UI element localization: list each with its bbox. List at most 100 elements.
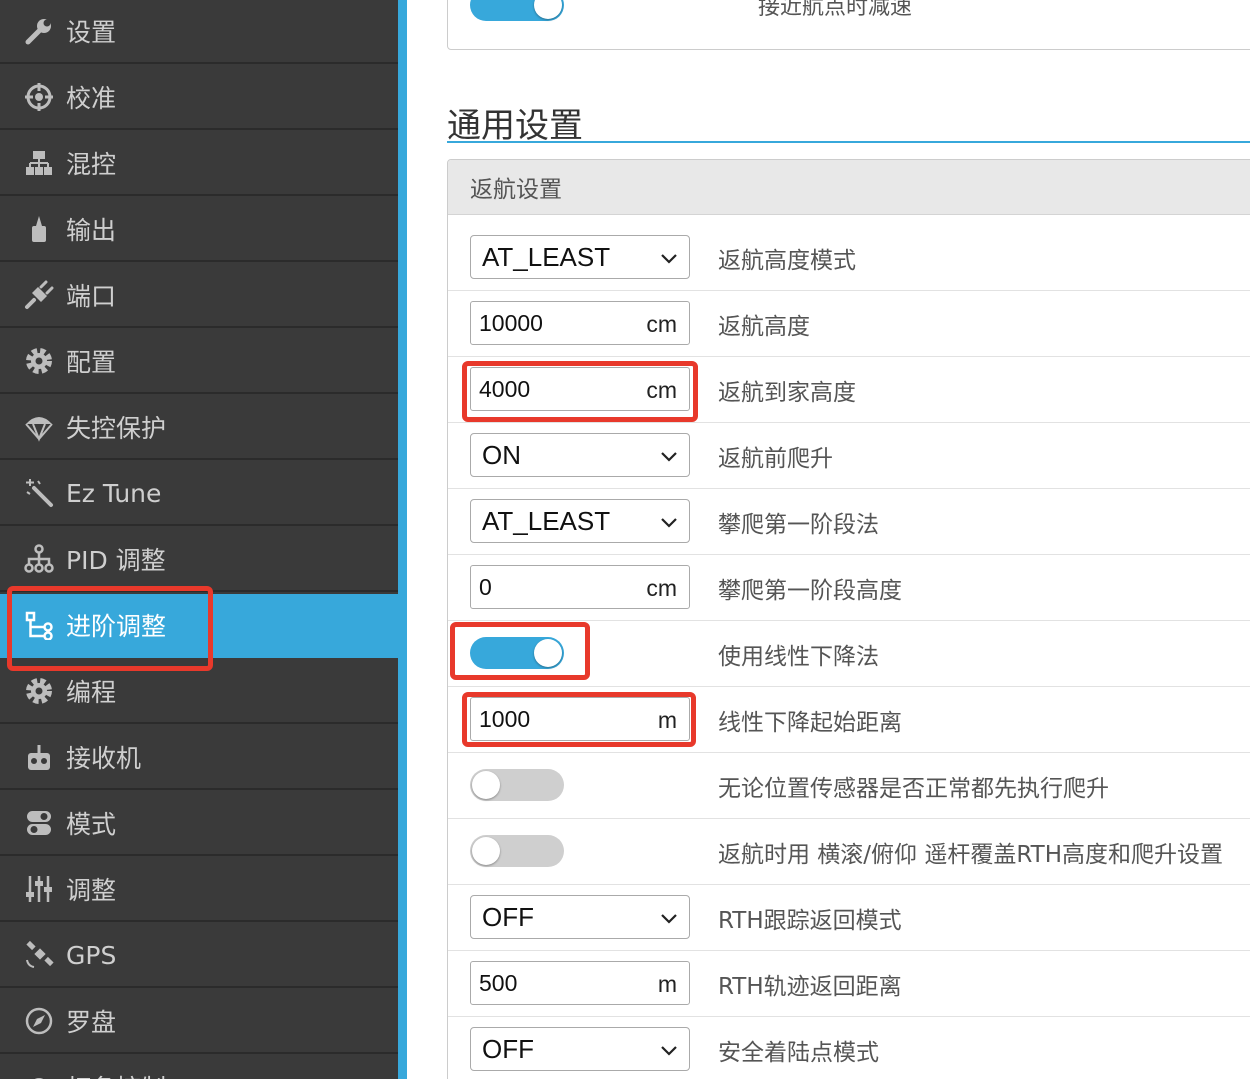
crosshair-icon [24,82,54,112]
setting-row: AT_LEAST 返航高度模式 [448,225,1250,291]
climb-regardless-toggle[interactable] [470,769,564,801]
linear-descent-toggle[interactable] [470,637,564,669]
sidebar-item-pid-tuning[interactable]: PID 调整 [0,528,398,592]
rth-altitude-input[interactable]: 10000 cm [470,301,690,345]
rth-trackback-distance-input[interactable]: 500 m [470,961,690,1005]
gear-icon [24,676,54,706]
sidebar-item-compass[interactable]: 罗盘 [0,990,398,1054]
sidebar-item-mixer[interactable]: 混控 [0,132,398,196]
setting-label: 线性下降起始距离 [718,710,902,736]
unit-label: m [657,970,677,997]
setting-label: RTH轨迹返回距离 [718,974,902,1000]
unit-label: m [657,706,677,733]
sidebar-item-adjustments[interactable]: 调整 [0,858,398,922]
setting-label: 返航到家高度 [718,380,856,406]
climb-first-stage-mode-select[interactable]: AT_LEAST [470,499,690,543]
climb-first-stage-altitude-input[interactable]: 0 cm [470,565,690,609]
sidebar-item-configuration[interactable]: 配置 [0,330,398,394]
select-value: OFF [482,1033,534,1064]
setting-label: 返航高度模式 [718,248,856,274]
input-value: 500 [479,969,518,996]
rth-trackback-mode-select[interactable]: OFF [470,895,690,939]
sliders-icon [24,874,54,904]
sidebar-item-failsafe[interactable]: 失控保护 [0,396,398,460]
setting-row: 使用线性下降法 [448,621,1250,687]
sidebar-item-ez-tune[interactable]: Ez Tune [0,462,398,526]
setting-row: AT_LEAST 攀爬第一阶段法 [448,489,1250,555]
sidebar-item-label: PID 调整 [66,546,166,575]
sidebar-item-modes[interactable]: 模式 [0,792,398,856]
setting-label: 安全着陆点模式 [718,1040,879,1066]
sidebar-item-calibration[interactable]: 校准 [0,66,398,130]
sidebar-item-receiver[interactable]: 接收机 [0,726,398,790]
sidebar-item-label: 调整 [66,876,117,905]
setting-label: 无论位置传感器是否正常都先执行爬升 [718,776,1109,802]
setting-row: 10000 cm 返航高度 [448,291,1250,357]
setting-label: 攀爬第一阶段法 [718,512,879,538]
chevron-down-icon [661,254,677,264]
toggle-knob [472,771,500,799]
setting-row: 4000 cm 返航到家高度 [448,357,1250,423]
select-value: OFF [482,901,534,932]
sidebar-item-label: 灯条控制 [66,1069,166,1079]
toggle-switch-icon [24,808,54,838]
sidebar-item-gps[interactable]: GPS [0,924,398,988]
select-value: AT_LEAST [482,505,611,536]
sidebar-item-label: 输出 [66,216,117,245]
chevron-down-icon [661,914,677,924]
setting-label: 攀爬第一阶段高度 [718,578,902,604]
motor-icon [24,214,54,244]
setting-label: 返航高度 [718,314,810,340]
sidebar-item-label: 配置 [66,348,117,377]
select-value: AT_LEAST [482,241,611,272]
setting-row: 1000 m 线性下降起始距离 [448,687,1250,753]
sidebar-item-advanced-tuning[interactable]: 进阶调整 [0,594,398,658]
sidebar-item-label: Ez Tune [66,478,162,508]
sidebar-item-outputs[interactable]: 输出 [0,198,398,262]
sidebar-item-setup[interactable]: 设置 [0,0,398,64]
rth-climb-first-select[interactable]: ON [470,433,690,477]
waypoint-panel: 接近航点时减速 [447,0,1250,50]
unit-label: cm [646,310,677,337]
sidebar-item-ports[interactable]: 端口 [0,264,398,328]
sidebar-item-programming[interactable]: 编程 [0,660,398,724]
input-value: 4000 [479,375,531,402]
sidebar-item-label: 罗盘 [66,1008,117,1037]
setting-label: 返航前爬升 [718,446,833,472]
unit-label: cm [646,376,677,403]
gear-icon [24,346,54,376]
safehome-mode-select[interactable]: OFF [470,1027,690,1071]
setting-label: 返航时用 横滚/俯仰 遥杆覆盖RTH高度和爬升设置 [718,842,1224,868]
waypoint-slowdown-label: 接近航点时减速 [758,0,913,20]
linear-descent-start-distance-input[interactable]: 1000 m [470,697,690,741]
chevron-down-icon [661,1046,677,1056]
sidebar-item-label: 设置 [66,18,117,47]
rth-home-altitude-input[interactable]: 4000 cm [470,367,690,411]
rth-stick-override-toggle[interactable] [470,835,564,867]
sidebar-item-led-strip[interactable]: 灯条控制 [0,1056,398,1079]
pid-tree-icon [24,544,54,574]
setting-label: 使用线性下降法 [718,644,879,670]
section-title: 通用设置 [447,106,583,146]
sidebar-item-label: 失控保护 [66,414,167,443]
sidebar-item-label: GPS [66,940,117,970]
sidebar-item-label: 进阶调整 [66,612,167,641]
sidebar-item-label: 校准 [66,84,117,113]
sidebar: 设置 校准 混控 输出 端口 配置 失控保护 Ez Tune PID 调整 进阶… [0,0,398,1079]
toggle-knob [534,639,562,667]
select-value: ON [482,439,521,470]
unit-label: cm [646,574,677,601]
rth-altitude-mode-select[interactable]: AT_LEAST [470,235,690,279]
parachute-icon [24,412,54,442]
waypoint-slowdown-toggle[interactable] [470,0,564,21]
input-value: 10000 [479,309,543,336]
setting-row: OFF 安全着陆点模式 [448,1017,1250,1079]
main-content: 接近航点时减速 通用设置 返航设置 AT_LEAST 返航高度模式 10000 … [407,0,1250,1079]
mixer-icon [24,148,54,178]
sidebar-item-label: 接收机 [66,744,142,773]
setting-row: ON 返航前爬升 [448,423,1250,489]
sidebar-accent-bar [398,0,407,1079]
rth-settings-panel: 返航设置 AT_LEAST 返航高度模式 10000 cm 返航高度 4000 … [447,159,1250,1079]
section-divider [447,141,1250,143]
satellite-icon [24,940,54,970]
